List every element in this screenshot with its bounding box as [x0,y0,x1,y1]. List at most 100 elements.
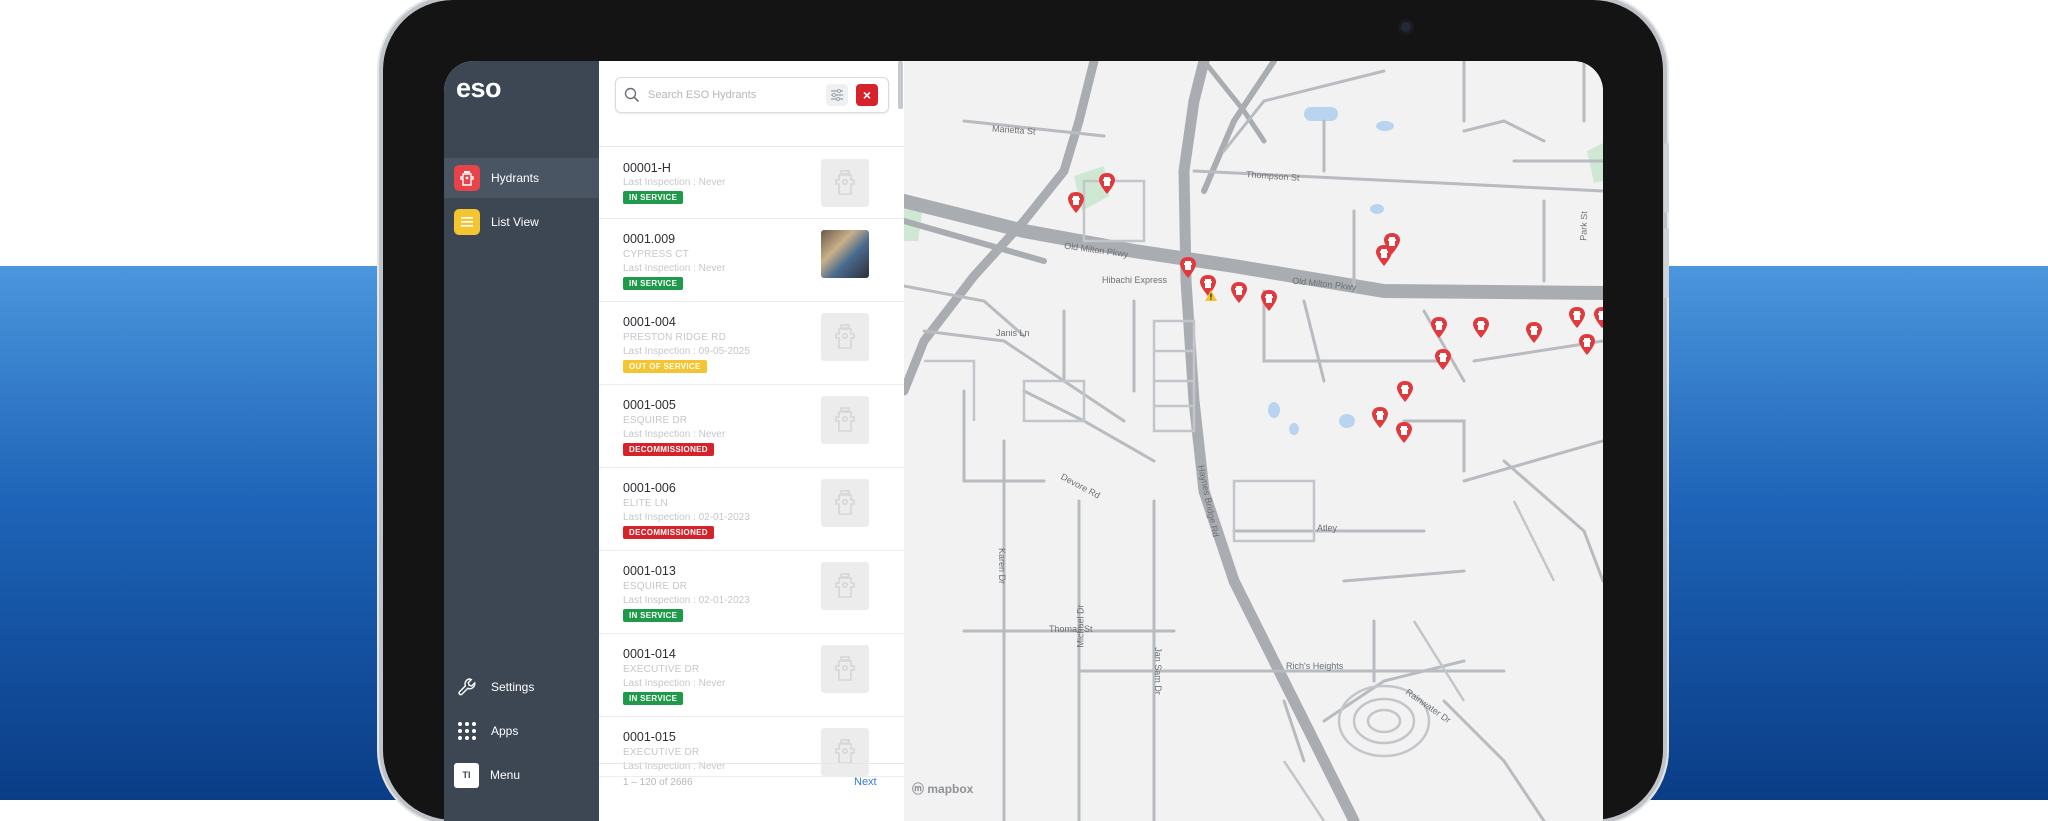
hydrant-id: 0001-006 [623,481,676,495]
hydrant-placeholder-icon[interactable] [821,159,869,207]
hydrant-street: EXECUTIVE DR [623,747,700,758]
hydrant-marker-icon[interactable] [1578,334,1596,356]
last-inspection: Last Inspection : 09-05-2025 [623,346,750,357]
last-inspection: Last Inspection : Never [623,177,726,188]
hydrant-marker-icon[interactable] [1098,173,1116,195]
hydrant-marker-icon[interactable] [1472,317,1490,339]
hydrant-placeholder-icon[interactable] [821,479,869,527]
pager-divider [599,763,904,764]
hydrant-marker-icon[interactable] [1525,322,1543,344]
street-label: Janis Ln [996,328,1030,338]
hydrant-marker-icon[interactable] [1067,192,1085,214]
sidebar-item-apps[interactable]: Apps [444,715,599,747]
sidebar-item-label: Apps [491,724,519,738]
street-label: Park St [1578,211,1590,241]
hydrant-street: ESQUIRE DR [623,415,688,426]
status-badge: IN SERVICE [623,609,684,622]
hydrant-placeholder-icon[interactable] [821,728,869,776]
list-item[interactable]: 0001-013 ESQUIRE DR Last Inspection : 02-0… [599,550,904,634]
hydrant-icon [454,165,480,191]
place-label: Atley [1317,523,1338,533]
status-badge: IN SERVICE [623,191,684,204]
hydrant-photo-thumbnail[interactable] [821,230,869,278]
map-view[interactable]: Marietta St Thompson St Old Milton Pkwy … [904,61,1603,821]
status-badge: IN SERVICE [623,692,684,705]
status-badge: IN SERVICE [623,277,684,290]
hydrant-marker-icon[interactable] [1179,257,1197,279]
next-page-link[interactable]: Next [854,776,877,788]
hydrant-placeholder-icon[interactable] [821,645,869,693]
hydrant-marker-icon[interactable] [1395,422,1413,444]
last-inspection: Last Inspection : Never [623,678,726,689]
list-item[interactable]: 0001.009 CYPRESS CT Last Inspection : Neve… [599,218,904,302]
list-item[interactable]: 0001-014 EXECUTIVE DR Last Inspection : Ne… [599,633,904,717]
sidebar-item-label: List View [491,215,539,229]
close-button[interactable]: × [856,84,878,106]
search-icon [624,87,640,103]
list-item[interactable]: 0001-015 EXECUTIVE DR Last Inspection : Ne… [599,716,904,777]
list-item[interactable]: 0001-005 ESQUIRE DR Last Inspection : Neve… [599,384,904,468]
status-badge: OUT OF SERVICE [623,360,707,373]
hydrant-id: 0001-014 [623,647,676,661]
pager-count: 1 – 120 of 2686 [623,777,693,788]
status-badge: DECOMMISSIONED [623,526,714,539]
sliders-icon [831,89,843,101]
list-item[interactable]: 00001-H Last Inspection : Never IN SERVICE [599,147,904,219]
list-icon [454,209,480,235]
camera-icon [1401,22,1411,32]
hydrant-marker-icon[interactable] [1383,233,1401,255]
hydrant-marker-icon[interactable] [1260,290,1278,312]
hydrant-id: 0001-015 [623,730,676,744]
last-inspection: Last Inspection : Never [623,429,726,440]
mapbox-logo-text: mapbox [927,782,974,796]
hydrant-marker-icon[interactable] [1568,307,1586,329]
search-bar: Search ESO Hydrants × [615,77,889,113]
mapbox-attribution: ⓜ mapbox [912,782,974,796]
hydrant-street: ESQUIRE DR [623,581,688,592]
list-item[interactable]: 0001-004 PRESTON RIDGE RD Last Inspection … [599,301,904,385]
last-inspection: Last Inspection : 02-01-2023 [623,595,750,606]
hydrant-marker-icon[interactable] [1371,407,1389,429]
sidebar-item-menu[interactable]: TI Menu [444,759,599,791]
place-label: Rich's Heights [1286,661,1344,671]
street-label: Karen Dr [997,547,1008,585]
list-item[interactable]: 0001-006 ELITE LN Last Inspection : 02-01-… [599,467,904,551]
sidebar-item-label: Settings [491,680,535,694]
hydrant-id: 00001-H [623,161,671,175]
warning-icon[interactable] [1205,290,1217,301]
sidebar-item-settings[interactable]: Settings [444,671,599,703]
eso-logo: eso [456,73,502,103]
hydrant-placeholder-icon[interactable] [821,313,869,361]
street-label: Thomas St [1049,624,1093,634]
hydrant-street: EXECUTIVE DR [623,664,700,675]
hydrant-placeholder-icon[interactable] [821,396,869,444]
sidebar-item-label: Menu [490,768,521,782]
side-button [1664,228,1669,298]
search-input[interactable]: Search ESO Hydrants [648,89,756,101]
avatar: TI [454,762,479,788]
hydrant-placeholder-icon[interactable] [821,562,869,610]
last-inspection: Last Inspection : Never [623,263,726,274]
hydrant-list-panel: Search ESO Hydrants × 00001-H Last Inspec… [599,61,905,821]
hydrant-marker-icon[interactable] [1593,307,1603,329]
hydrant-marker-icon[interactable] [1434,349,1452,371]
scrollbar[interactable] [898,61,903,109]
hydrant-id: 0001-004 [623,315,676,329]
sidebar-item-list-view[interactable]: List View [444,202,599,242]
side-button [1664,143,1669,213]
hydrant-id: 0001-005 [623,398,676,412]
grid-icon [454,718,480,744]
hydrant-marker-icon[interactable] [1230,282,1248,304]
hydrant-marker-icon[interactable] [1396,381,1414,403]
hydrant-id: 0001.009 [623,232,676,246]
filter-button[interactable] [826,84,848,106]
street-label: Jan Sam Dr [1152,647,1163,695]
hydrant-marker-icon[interactable] [1430,317,1448,339]
sidebar-item-hydrants[interactable]: Hydrants [444,158,599,198]
wrench-icon [454,674,480,700]
last-inspection: Last Inspection : 02-01-2023 [623,512,750,523]
hydrant-id: 0001-013 [623,564,676,578]
hydrant-street: ELITE LN [623,498,668,509]
hydrant-street: CYPRESS CT [623,249,689,260]
place-label: Hibachi Express [1102,275,1168,285]
